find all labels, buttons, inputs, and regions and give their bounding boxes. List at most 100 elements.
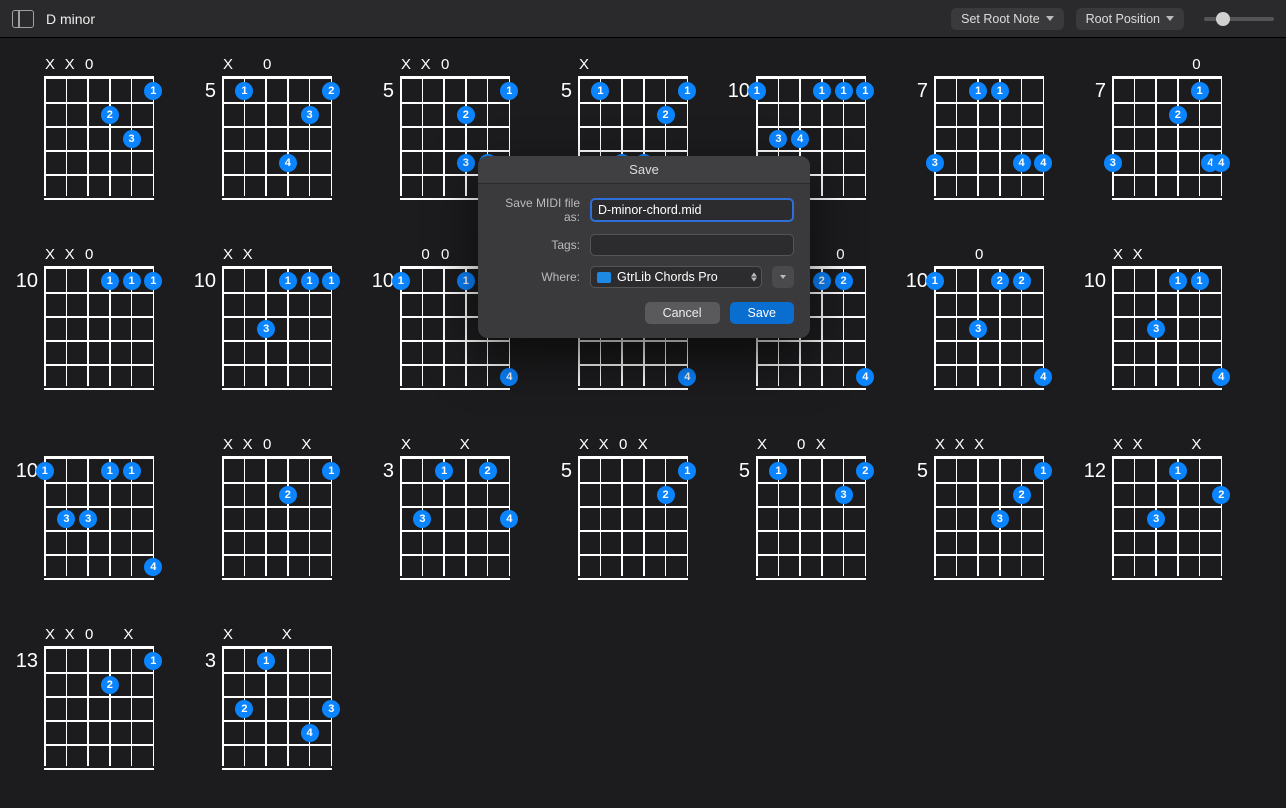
expand-button[interactable] <box>772 266 794 288</box>
finger-dot: 3 <box>1147 510 1165 528</box>
finger-dot: 2 <box>235 700 253 718</box>
slider-knob[interactable] <box>1216 12 1230 26</box>
open-string-row <box>756 58 866 76</box>
finger-dot: 1 <box>813 82 831 100</box>
chord-diagram[interactable]: 3 XX1234 <box>370 438 530 598</box>
finger-dot: 3 <box>413 510 431 528</box>
finger-dot: 3 <box>969 320 987 338</box>
fretboard: 12 <box>578 456 688 576</box>
fretboard: 123 <box>1112 456 1222 576</box>
finger-dot: 1 <box>991 82 1009 100</box>
finger-dot: 3 <box>457 154 475 172</box>
sidebar-toggle-icon[interactable] <box>12 10 34 28</box>
finger-dot: 4 <box>1212 368 1230 386</box>
open-string-row: XX <box>1112 248 1222 266</box>
finger-dot: 3 <box>79 510 97 528</box>
chord-diagram[interactable]: 5XX0X12 <box>548 438 708 598</box>
zoom-slider[interactable] <box>1204 17 1274 21</box>
tags-input[interactable] <box>590 234 794 256</box>
open-string-row: XXX <box>1112 438 1222 456</box>
finger-dot: 1 <box>144 82 162 100</box>
finger-dot: 1 <box>500 82 518 100</box>
finger-dot: 4 <box>1034 368 1052 386</box>
chord-diagram[interactable]: 10XX1134 <box>1082 248 1242 408</box>
tags-label: Tags: <box>494 238 580 252</box>
chord-diagram[interactable]: 10XX0111 <box>14 248 174 408</box>
finger-dot: 1 <box>36 462 54 480</box>
chord-diagram[interactable]: XX0X12 <box>192 438 352 598</box>
chord-diagram[interactable]: XX0123 <box>14 58 174 218</box>
open-string-row: 0 <box>1112 58 1222 76</box>
finger-dot: 3 <box>257 320 275 338</box>
open-string-row: XX0 <box>44 58 154 76</box>
open-string-row: XX <box>222 628 332 646</box>
open-string-row: XX <box>400 438 510 456</box>
root-position-button[interactable]: Root Position <box>1076 8 1184 30</box>
chevron-down-icon <box>1046 16 1054 21</box>
where-select[interactable]: GtrLib Chords Pro <box>590 266 762 288</box>
open-string-row: XXX <box>934 438 1044 456</box>
finger-dot: 4 <box>1212 154 1230 172</box>
set-root-note-label: Set Root Note <box>961 12 1040 26</box>
chord-diagram[interactable]: 5X01234 <box>192 58 352 218</box>
open-string-row: XX0X <box>578 438 688 456</box>
open-string-row: X <box>578 58 688 76</box>
chevron-down-icon <box>1166 16 1174 21</box>
toolbar: D minor Set Root Note Root Position <box>0 0 1286 38</box>
fretboard: 111 <box>44 266 154 386</box>
finger-dot: 4 <box>500 510 518 528</box>
finger-dot: 3 <box>301 106 319 124</box>
page-title: D minor <box>46 11 95 27</box>
finger-dot: 4 <box>1034 154 1052 172</box>
chord-diagram[interactable]: 711344 <box>904 58 1064 218</box>
fret-number: 5 <box>370 58 400 103</box>
filename-input[interactable] <box>590 198 794 222</box>
fretboard: 1234 <box>400 456 510 576</box>
finger-dot: 2 <box>101 676 119 694</box>
finger-dot: 1 <box>835 82 853 100</box>
finger-dot: 1 <box>123 462 141 480</box>
where-label: Where: <box>494 270 580 284</box>
dialog-title: Save <box>478 156 810 184</box>
chord-diagram[interactable]: 1 2 XXX123 <box>1082 438 1242 598</box>
finger-dot: 2 <box>813 272 831 290</box>
finger-dot: 1 <box>1191 82 1209 100</box>
finger-dot: 3 <box>926 154 944 172</box>
finger-dot: 2 <box>322 82 340 100</box>
fretboard: 123 <box>934 456 1044 576</box>
chord-diagram[interactable]: 13XX0X12 <box>14 628 174 788</box>
finger-dot: 1 <box>322 272 340 290</box>
finger-dot: 1 <box>926 272 944 290</box>
fret-number: 5 <box>904 438 934 483</box>
finger-dot: 3 <box>991 510 1009 528</box>
finger-dot: 2 <box>856 462 874 480</box>
finger-dot: 1 <box>1169 462 1187 480</box>
open-string-row: XX0X <box>44 628 154 646</box>
save-button[interactable]: Save <box>730 302 795 324</box>
open-string-row <box>44 438 154 456</box>
finger-dot: 3 <box>835 486 853 504</box>
chord-diagram[interactable]: 10012234 <box>904 248 1064 408</box>
finger-dot: 2 <box>1013 486 1031 504</box>
cancel-button[interactable]: Cancel <box>645 302 720 324</box>
open-string-row <box>934 58 1044 76</box>
chord-diagram[interactable]: 10111334 <box>14 438 174 598</box>
finger-dot: 3 <box>1104 154 1122 172</box>
finger-dot: 1 <box>435 462 453 480</box>
finger-dot: 2 <box>1212 486 1230 504</box>
set-root-note-button[interactable]: Set Root Note <box>951 8 1064 30</box>
chord-diagram[interactable]: 7012344 <box>1082 58 1242 218</box>
open-string-row: XX0 <box>400 58 510 76</box>
chord-diagram[interactable]: 3XX1234 <box>192 628 352 788</box>
chord-diagram[interactable]: 10XX1113 <box>192 248 352 408</box>
fretboard: 12 <box>222 456 332 576</box>
finger-dot: 4 <box>1013 154 1031 172</box>
fretboard: 1234 <box>222 76 332 196</box>
chord-diagram[interactable]: 5XXX123 <box>904 438 1064 598</box>
finger-dot: 2 <box>1013 272 1031 290</box>
fretboard: 111334 <box>44 456 154 576</box>
fret-number: 5 <box>548 58 578 103</box>
chord-diagram[interactable]: 5X0X123 <box>726 438 886 598</box>
open-string-row: XX0X <box>222 438 332 456</box>
open-string-row: 0 <box>934 248 1044 266</box>
